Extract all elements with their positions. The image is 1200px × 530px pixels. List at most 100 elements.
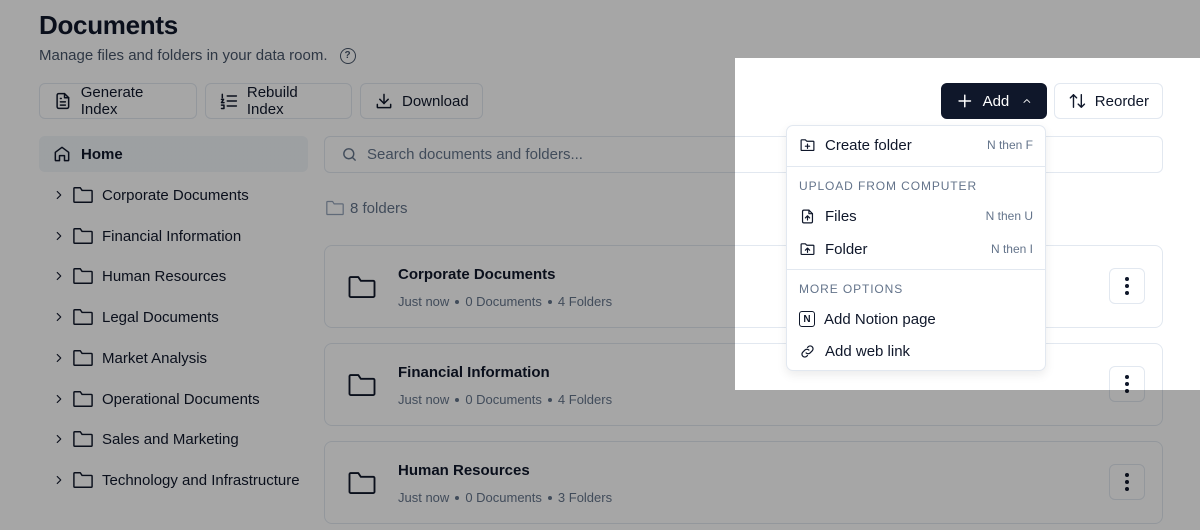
folder-count-label: 8 folders [350,199,408,217]
folder-upload-icon [800,242,815,255]
folder-icon [348,276,376,298]
folder-icon [73,472,93,488]
folder-count: 8 folders [325,199,408,217]
menu-section-upload: UPLOAD FROM COMPUTER [799,179,978,193]
sidebar-item-corporate-documents[interactable]: Corporate Documents [52,183,249,207]
sidebar-item-operational-documents[interactable]: Operational Documents [52,387,260,411]
folder-name[interactable]: Human Resources [398,462,530,479]
menu-item-label: Add Notion page [824,310,936,328]
sidebar-item-label: Human Resources [102,267,227,285]
folder-icon [73,228,93,244]
chevron-right-icon[interactable] [52,229,66,243]
folder-doc-count: 0 Documents [465,490,542,505]
page-title: Documents [39,10,178,40]
add-dropdown-menu: Create folder N then F UPLOAD FROM COMPU… [786,125,1046,371]
file-upload-icon [801,209,814,223]
folder-icon [73,431,93,447]
more-options-button[interactable] [1109,366,1145,402]
menu-item-add-notion-page[interactable]: N Add Notion page [787,304,1045,334]
sidebar-item-label: Technology and Infrastructure [102,471,300,489]
sidebar-item-label: Market Analysis [102,349,208,367]
plus-icon [958,94,972,108]
folder-icon [73,268,93,284]
chevron-up-icon [1023,99,1031,103]
menu-item-label: Add web link [825,342,911,360]
menu-item-label: Files [825,207,857,225]
notion-icon: N [799,311,815,327]
folder-plus-icon [800,138,815,151]
chevron-right-icon[interactable] [52,432,66,446]
menu-divider [787,166,1045,167]
folder-icon [326,200,344,216]
chevron-right-icon[interactable] [52,351,66,365]
menu-item-add-web-link[interactable]: Add web link [787,336,1045,366]
folder-meta: Just now 0 Documents 3 Folders [398,490,612,505]
folder-updated: Just now [398,392,450,407]
arrow-up-down-icon [1069,94,1086,108]
chevron-right-icon[interactable] [52,392,66,406]
documents-page: Documents Manage files and folders in yo… [0,0,1200,530]
sidebar-item-market-analysis[interactable]: Market Analysis [52,346,207,370]
search-icon [343,148,356,161]
reorder-label: Reorder [1094,92,1149,110]
add-label: Add [982,92,1010,110]
home-icon [54,146,70,162]
sidebar-item-financial-information[interactable]: Financial Information [52,224,241,248]
folder-doc-count: 0 Documents [465,294,542,309]
separator-dot [455,495,460,500]
folder-meta: Just now 0 Documents 4 Folders [398,392,612,407]
folder-icon [348,472,376,494]
folder-subfolder-count: 4 Folders [557,392,613,407]
file-text-icon [56,92,70,110]
sidebar-item-technology-and-infrastructure[interactable]: Technology and Infrastructure [52,468,300,492]
more-options-button[interactable] [1109,268,1145,304]
menu-section-more: MORE OPTIONS [799,282,904,296]
sidebar-item-label: Corporate Documents [102,186,249,204]
menu-item-label: Folder [825,240,868,258]
menu-item-upload-folder[interactable]: Folder N then I [787,234,1045,264]
menu-item-create-folder[interactable]: Create folder N then F [787,130,1045,160]
rebuild-index-button[interactable]: Rebuild Index [205,83,352,119]
generate-index-label: Generate Index [80,84,144,118]
add-button[interactable]: Add [941,83,1047,119]
reorder-button[interactable]: Reorder [1054,83,1163,119]
menu-item-upload-files[interactable]: Files N then U [787,201,1045,231]
folder-icon [73,350,93,366]
sidebar-home-label: Home [81,145,123,163]
folder-updated: Just now [398,490,450,505]
download-icon [376,93,392,109]
shortcut-hint: N then U [985,209,1033,223]
sidebar-item-human-resources[interactable]: Human Resources [52,264,226,288]
separator-dot [547,495,552,500]
folder-doc-count: 0 Documents [465,392,542,407]
separator-dot [455,299,460,304]
folder-icon [73,391,93,407]
rebuild-index-label: Rebuild Index [246,84,298,118]
separator-dot [547,299,552,304]
folder-icon [73,309,93,325]
chevron-right-icon[interactable] [52,473,66,487]
menu-item-label: Create folder [825,136,912,154]
generate-index-button[interactable]: Generate Index [39,83,197,119]
sidebar-item-sales-and-marketing[interactable]: Sales and Marketing [52,427,239,451]
menu-divider [787,269,1045,270]
sidebar-item-label: Sales and Marketing [102,430,239,448]
download-button[interactable]: Download [360,83,483,119]
chevron-right-icon[interactable] [52,269,66,283]
shortcut-hint: N then I [990,242,1033,256]
chevron-right-icon[interactable] [52,188,66,202]
sidebar-item-home[interactable]: Home [39,136,308,172]
link-icon [801,344,814,358]
folder-meta: Just now 0 Documents 4 Folders [398,294,612,309]
folder-name[interactable]: Financial Information [398,364,550,381]
folder-name[interactable]: Corporate Documents [398,266,556,283]
chevron-right-icon[interactable] [52,310,66,324]
question-circle-icon[interactable]: ? [339,47,356,64]
sidebar-item-legal-documents[interactable]: Legal Documents [52,305,219,329]
sidebar-item-label: Legal Documents [102,308,219,326]
more-options-button[interactable] [1109,464,1145,500]
folder-card[interactable]: Human Resources Just now 0 Documents 3 F… [324,441,1163,524]
list-ordered-icon [220,93,238,110]
shortcut-hint: N then F [986,138,1033,152]
folder-icon [73,187,93,203]
